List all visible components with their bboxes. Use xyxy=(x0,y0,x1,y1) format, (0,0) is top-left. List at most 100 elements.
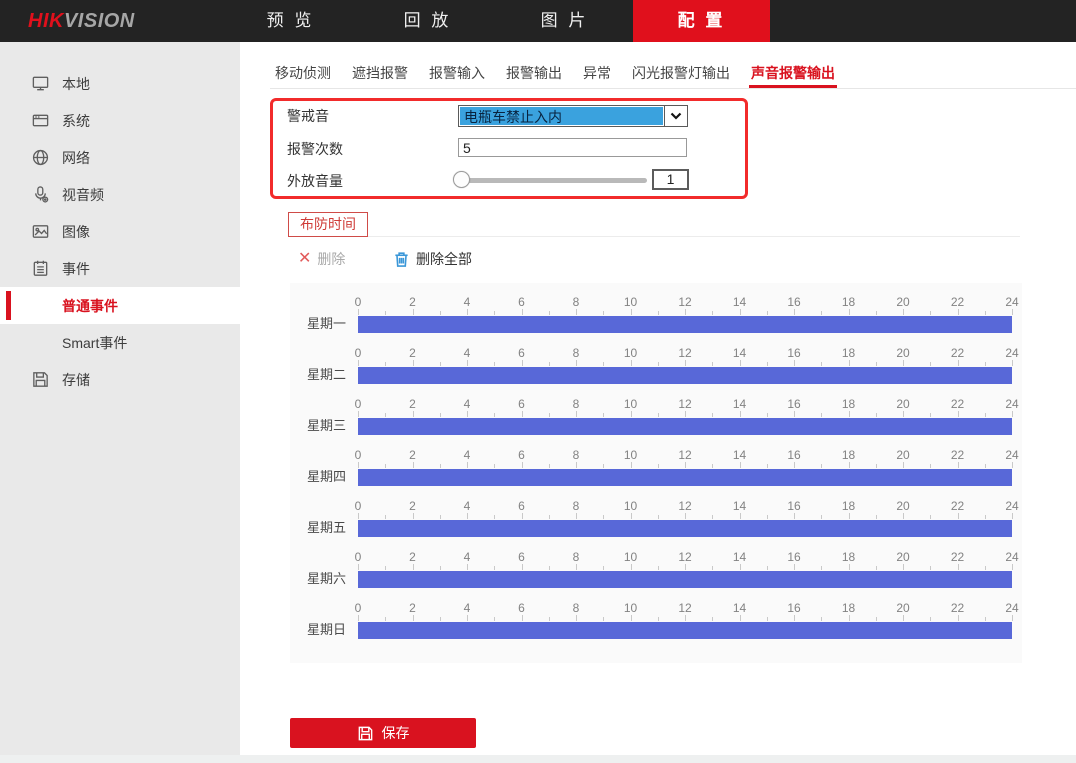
sidebar-item-event[interactable]: 事件 xyxy=(0,250,240,287)
hour-tick xyxy=(958,615,959,621)
alert-sound-selected-value: 电瓶车禁止入内 xyxy=(460,107,663,125)
schedule-bar[interactable] xyxy=(358,571,1012,588)
topnav-tab-picture[interactable]: 图 片 xyxy=(496,0,633,42)
schedule-bar[interactable] xyxy=(358,418,1012,435)
hour-tick xyxy=(849,564,850,570)
hour-tick xyxy=(930,362,931,366)
hour-tick xyxy=(821,464,822,468)
schedule-bar-zone[interactable] xyxy=(358,418,1012,435)
hour-label: 4 xyxy=(464,500,471,513)
timeline-ruler: 024681012141618202224 xyxy=(358,296,1012,347)
hour-label: 16 xyxy=(787,602,800,615)
subtab-motion[interactable]: 移动侦测 xyxy=(273,62,333,88)
volume-value-box[interactable]: 1 xyxy=(652,169,689,190)
volume-slider-handle[interactable] xyxy=(453,171,470,188)
subtab-exception[interactable]: 异常 xyxy=(581,62,613,88)
hour-label: 8 xyxy=(573,551,580,564)
hour-tick xyxy=(794,411,795,417)
hour-tick xyxy=(385,464,386,468)
hour-tick xyxy=(467,615,468,621)
sidebar-item-local[interactable]: 本地 xyxy=(0,65,240,102)
sidebar-item-video-audio[interactable]: 视音频 xyxy=(0,176,240,213)
hour-tick xyxy=(658,464,659,468)
sidebar-item-label: 图像 xyxy=(62,222,90,242)
hour-label: 6 xyxy=(518,398,525,411)
schedule-bar[interactable] xyxy=(358,469,1012,486)
hour-tick xyxy=(467,462,468,468)
hour-tick xyxy=(467,411,468,417)
subtab-alarm-out[interactable]: 报警输出 xyxy=(504,62,564,88)
day-label: 星期二 xyxy=(307,367,346,383)
hour-label: 4 xyxy=(464,398,471,411)
subtab-alarm-in[interactable]: 报警输入 xyxy=(427,62,487,88)
schedule-bar-zone[interactable] xyxy=(358,316,1012,333)
hour-tick xyxy=(740,411,741,417)
hour-tick xyxy=(1012,462,1013,468)
hour-label: 24 xyxy=(1005,347,1018,360)
hour-label: 20 xyxy=(896,449,909,462)
hour-tick xyxy=(712,617,713,621)
delete-all-button[interactable]: 删除全部 xyxy=(393,249,472,269)
volume-slider[interactable] xyxy=(461,170,647,190)
hour-label: 0 xyxy=(355,449,362,462)
sidebar-item-system[interactable]: 系统 xyxy=(0,102,240,139)
hour-label: 20 xyxy=(896,347,909,360)
day-label: 星期六 xyxy=(307,571,346,587)
hour-tick xyxy=(985,566,986,570)
hour-tick xyxy=(767,311,768,315)
schedule-bar-zone[interactable] xyxy=(358,469,1012,486)
schedule-bar[interactable] xyxy=(358,367,1012,384)
hour-tick xyxy=(985,413,986,417)
subtab-flash-output[interactable]: 闪光报警灯输出 xyxy=(630,62,732,88)
alarm-times-input[interactable] xyxy=(458,138,687,157)
hour-tick xyxy=(413,513,414,519)
hour-tick xyxy=(767,464,768,468)
hour-label: 8 xyxy=(573,296,580,309)
sidebar-item-smart-event[interactable]: Smart事件 xyxy=(0,324,240,361)
hour-tick xyxy=(522,462,523,468)
alert-sound-label: 警戒音 xyxy=(287,105,329,127)
sidebar-item-image[interactable]: 图像 xyxy=(0,213,240,250)
hour-label: 10 xyxy=(624,347,637,360)
hour-label: 16 xyxy=(787,296,800,309)
chevron-down-icon[interactable] xyxy=(664,106,687,126)
topnav-tab-playback[interactable]: 回 放 xyxy=(359,0,496,42)
subtab-tamper[interactable]: 遮挡报警 xyxy=(350,62,410,88)
sidebar-item-basic-event[interactable]: 普通事件 xyxy=(0,287,240,324)
hour-tick xyxy=(467,564,468,570)
topnav-tab-preview[interactable]: 预 览 xyxy=(222,0,359,42)
alert-sound-select[interactable]: 电瓶车禁止入内 xyxy=(458,105,688,127)
subtab-audio-output[interactable]: 声音报警输出 xyxy=(749,62,837,88)
hour-label: 6 xyxy=(518,296,525,309)
hour-tick xyxy=(740,360,741,366)
alarm-times-label: 报警次数 xyxy=(287,138,343,160)
monitor-icon xyxy=(31,74,51,94)
hour-tick xyxy=(494,566,495,570)
schedule-bar[interactable] xyxy=(358,316,1012,333)
schedule-bar-zone[interactable] xyxy=(358,520,1012,537)
sidebar-item-network[interactable]: 网络 xyxy=(0,139,240,176)
save-button[interactable]: 保存 xyxy=(290,718,476,748)
timeline-ruler: 024681012141618202224 xyxy=(358,551,1012,602)
sidebar-item-storage[interactable]: 存储 xyxy=(0,361,240,398)
topnav-tab-config[interactable]: 配 置 xyxy=(633,0,770,42)
schedule-bar-zone[interactable] xyxy=(358,571,1012,588)
schedule-bar-zone[interactable] xyxy=(358,367,1012,384)
volume-slider-track[interactable] xyxy=(461,178,647,183)
hour-label: 24 xyxy=(1005,398,1018,411)
window-icon xyxy=(31,111,51,131)
hour-tick xyxy=(385,413,386,417)
hour-label: 10 xyxy=(624,602,637,615)
sidebar: 本地系统网络视音频图像事件普通事件Smart事件存储 xyxy=(0,42,240,755)
hour-label: 8 xyxy=(573,602,580,615)
hour-tick xyxy=(958,564,959,570)
arming-schedule-tab[interactable]: 布防时间 xyxy=(288,212,368,237)
hour-label: 6 xyxy=(518,500,525,513)
hour-label: 2 xyxy=(409,500,416,513)
schedule-bar[interactable] xyxy=(358,520,1012,537)
schedule-bar[interactable] xyxy=(358,622,1012,639)
schedule-bar-zone[interactable] xyxy=(358,622,1012,639)
delete-button[interactable]: ✕ 删除 xyxy=(298,249,345,269)
hour-tick xyxy=(658,413,659,417)
hour-label: 12 xyxy=(678,398,691,411)
